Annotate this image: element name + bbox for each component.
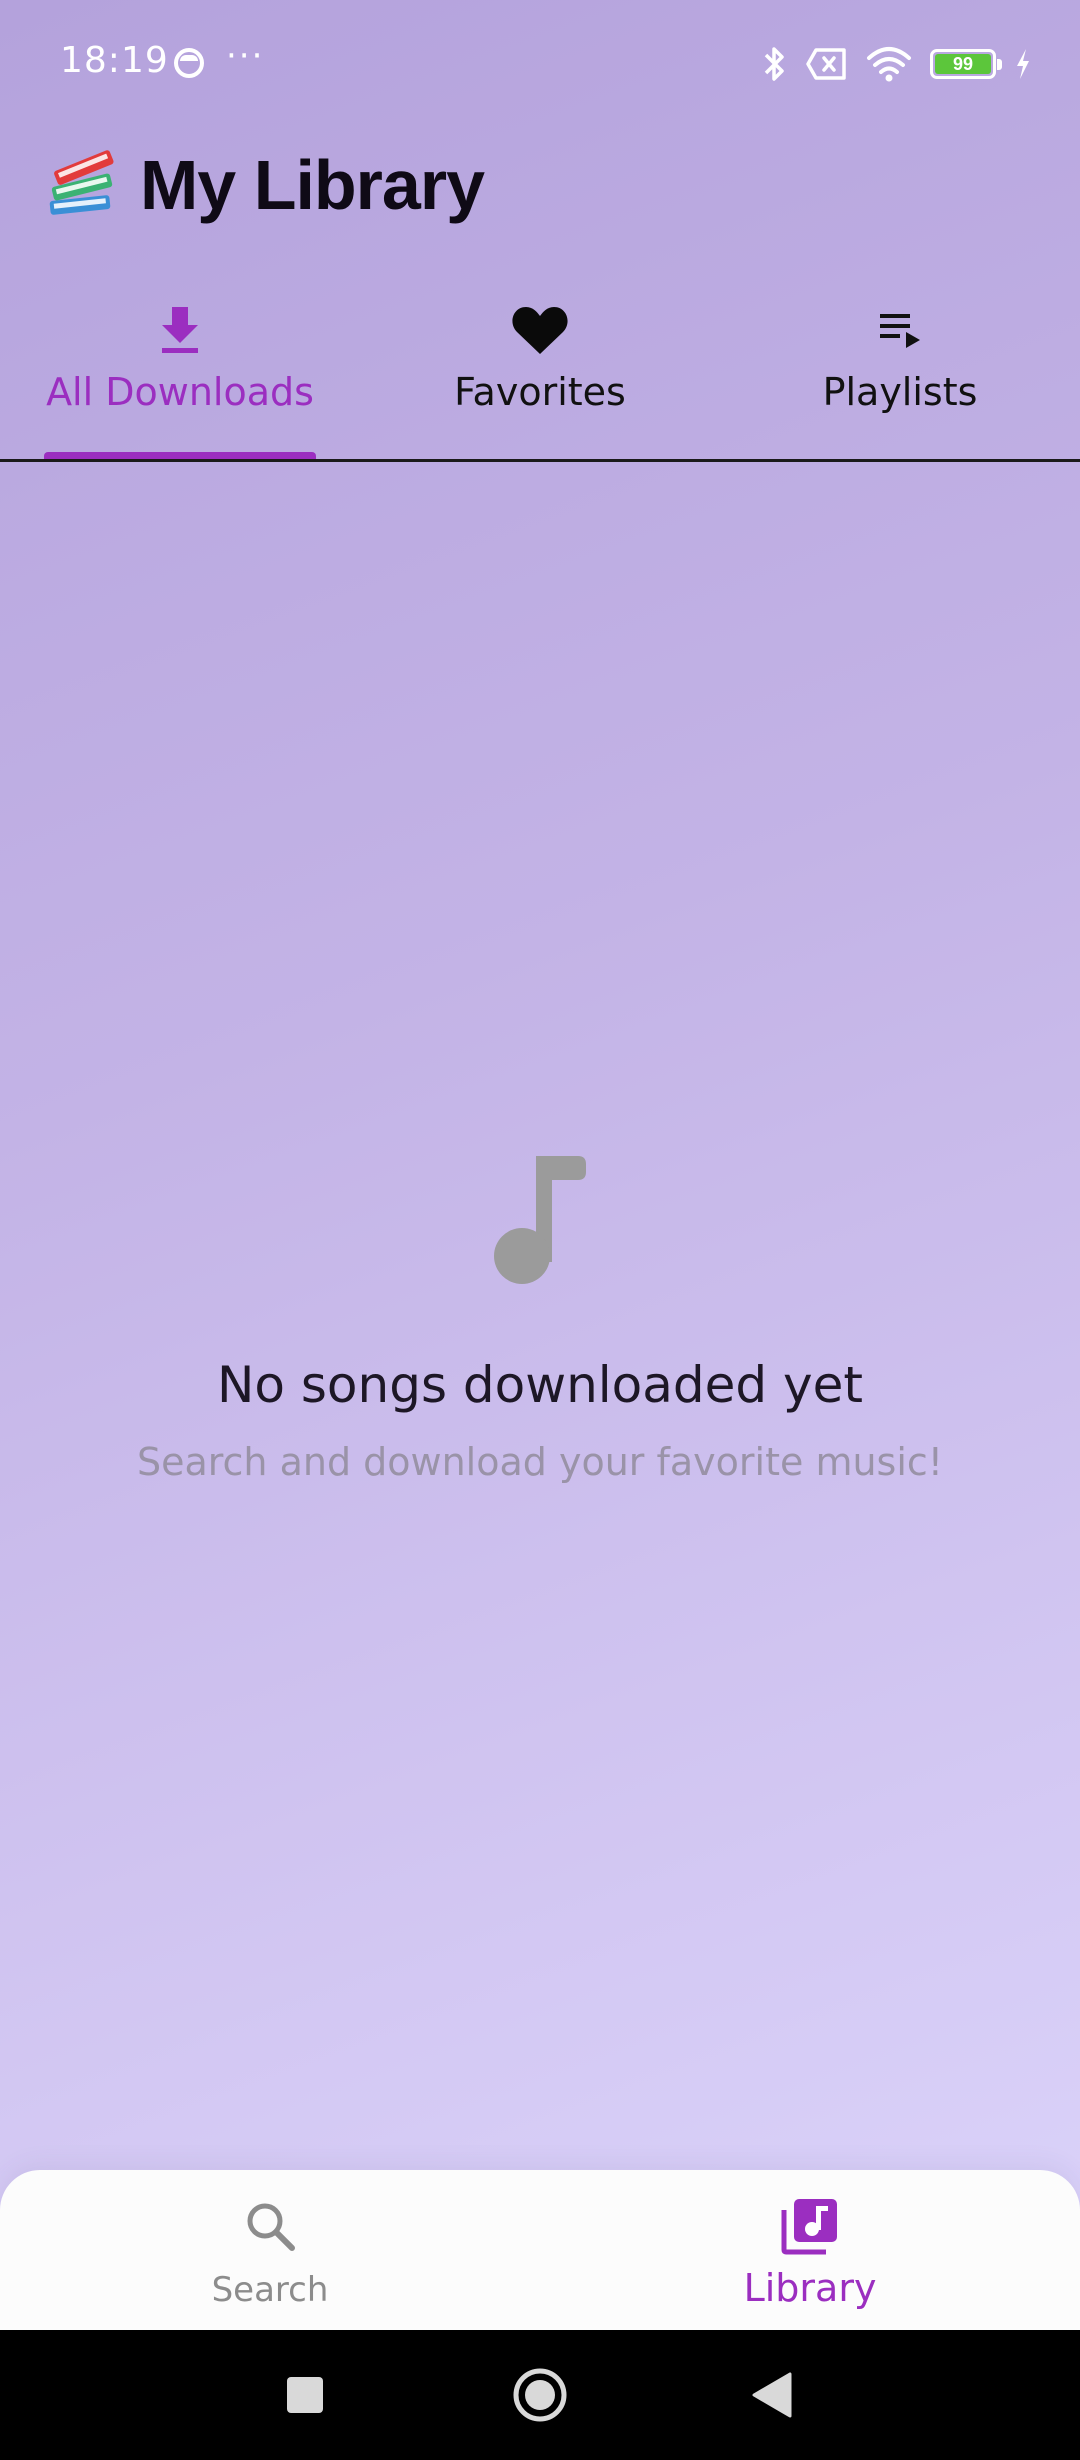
tab-playlists[interactable]: Playlists: [750, 280, 1050, 460]
tab-label: Playlists: [822, 370, 978, 414]
more-notifications-icon: ···: [226, 36, 265, 76]
library-music-icon: [781, 2199, 837, 2255]
recents-button[interactable]: [255, 2330, 355, 2460]
tab-label: Favorites: [454, 370, 626, 414]
tab-favorites[interactable]: Favorites: [390, 280, 690, 460]
app-header: My Library: [44, 140, 485, 230]
back-button[interactable]: [722, 2330, 822, 2460]
bottom-navigation: Search Library: [0, 2170, 1080, 2330]
wifi-icon: [867, 47, 911, 82]
battery-icon: 99: [930, 49, 1002, 79]
charging-icon: [1017, 49, 1029, 79]
empty-state: No songs downloaded yet Search and downl…: [0, 1150, 1080, 1484]
tabs-divider: [0, 459, 1080, 462]
tab-label: All Downloads: [46, 370, 314, 414]
nav-label: Search: [211, 2270, 329, 2310]
status-time: 18:19: [60, 40, 169, 81]
home-icon: [513, 2368, 567, 2422]
empty-state-subtitle: Search and download your favorite music!: [136, 1440, 944, 1484]
music-note-icon: [494, 1156, 586, 1284]
search-icon: [247, 2203, 295, 2251]
back-icon: [752, 2372, 792, 2418]
nav-item-search[interactable]: Search: [0, 2170, 540, 2330]
status-icons: 99: [762, 44, 1032, 84]
download-icon: [162, 307, 198, 353]
page-title: My Library: [140, 146, 485, 224]
system-navigation-bar: [0, 2330, 1080, 2460]
heart-icon: [512, 307, 568, 354]
battery-level: 99: [935, 54, 991, 74]
nav-item-library[interactable]: Library: [540, 2170, 1080, 2330]
home-button[interactable]: [490, 2330, 590, 2460]
empty-state-title: No songs downloaded yet: [216, 1356, 864, 1414]
tab-all-downloads[interactable]: All Downloads: [44, 280, 316, 460]
bluetooth-icon: [764, 47, 784, 81]
sim-x-icon: [806, 48, 846, 80]
status-bar: 18:19 ··· 99: [0, 0, 1080, 130]
recents-icon: [287, 2377, 323, 2413]
books-icon: [49, 150, 114, 215]
nav-label: Library: [743, 2266, 877, 2310]
library-tabs: All Downloads Favorites Playlists: [0, 280, 1080, 460]
face-icon: [174, 48, 204, 78]
playlist-icon: [880, 314, 920, 348]
